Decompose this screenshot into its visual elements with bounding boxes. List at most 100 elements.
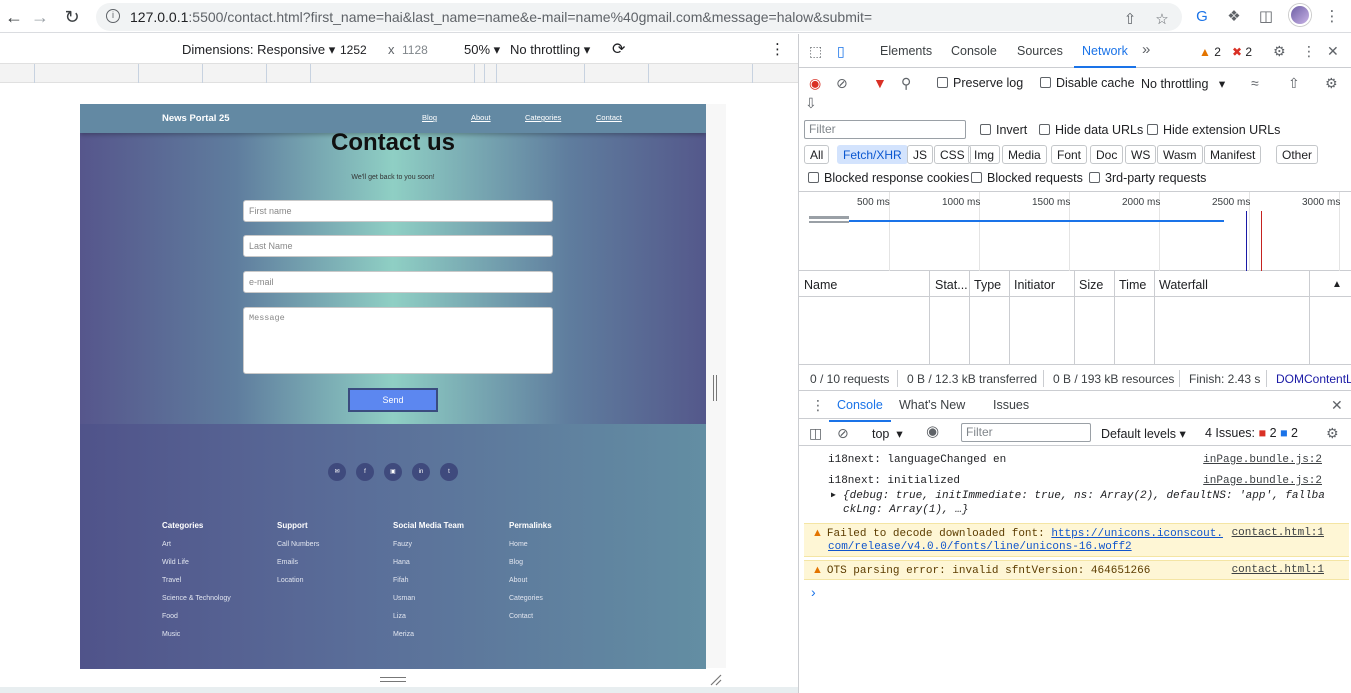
console-message-source-link[interactable]: contact.html:1 [1232,527,1324,539]
footer-link[interactable]: Categories [509,595,552,613]
footer-link[interactable]: Usman [393,595,464,613]
chip-manifest[interactable]: Manifest [1204,145,1262,164]
address-bar[interactable]: i 127.0.0.1:5500/contact.html?first_name… [96,3,1182,31]
console-filter-input[interactable]: Filter [961,423,1091,442]
footer-link[interactable]: Hana [393,559,464,577]
linkedin-icon[interactable]: in [412,463,430,481]
media-query-ruler[interactable] [0,64,798,83]
expand-triangle-icon[interactable]: ▶ [831,490,836,500]
footer-link[interactable]: About [509,577,552,595]
column-size[interactable]: Size [1079,278,1103,292]
site-brand[interactable]: News Portal 25 [162,113,230,124]
footer-link[interactable]: Food [162,613,231,631]
nav-blog[interactable]: Blog [422,113,437,122]
export-har-icon[interactable]: ⇩ [805,96,817,110]
hide-extension-urls-checkbox[interactable]: Hide extension URLs [1147,123,1280,137]
facebook-icon[interactable]: f [356,463,374,481]
chip-js[interactable]: JS [907,145,934,164]
chip-ws[interactable]: WS [1125,145,1157,164]
footer-link[interactable]: Blog [509,559,552,577]
console-message-source-link[interactable]: inPage.bundle.js:2 [1203,454,1322,466]
device-toggle-icon[interactable]: ▯ [837,44,845,58]
clear-console-icon[interactable]: ⊘ [837,426,849,440]
context-select[interactable]: top ▾ [872,426,903,441]
nav-about[interactable]: About [471,113,491,122]
email-field[interactable]: e-mail [243,271,553,293]
footer-link[interactable]: Fauzy [393,541,464,559]
issues-counter[interactable]: 4 Issues: ■ 2 ■ 2 [1205,426,1298,440]
width-input[interactable] [336,41,382,58]
error-count-badge[interactable]: ✖ 2 [1232,45,1252,59]
network-overview-timeline[interactable]: 500 ms 1000 ms 1500 ms 2000 ms 2500 ms 3… [799,191,1351,272]
profile-avatar[interactable] [1289,4,1311,26]
filter-funnel-icon[interactable]: ▼ [873,76,887,90]
footer-link[interactable]: Emails [277,559,319,577]
bookmark-star-icon[interactable]: ☆ [1152,9,1172,29]
column-initiator[interactable]: Initiator [1014,278,1055,292]
settings-gear-icon[interactable]: ⚙ [1273,44,1286,58]
translate-icon[interactable]: G [1192,6,1212,26]
chip-fetch-xhr[interactable]: Fetch/XHR [837,145,908,164]
inspect-element-icon[interactable]: ⬚ [809,44,822,58]
console-prompt-icon[interactable]: › [811,584,816,600]
log-levels-select[interactable]: Default levels ▾ [1101,426,1186,441]
console-object-preview[interactable]: {debug: true, initImmediate: true, ns: A… [843,490,1325,502]
footer-link[interactable]: Wild Life [162,559,231,577]
footer-link[interactable]: Fifah [393,577,464,595]
blocked-requests-checkbox[interactable]: Blocked requests [971,171,1083,185]
network-filter-input[interactable]: Filter [804,120,966,139]
search-icon[interactable]: ⚲ [901,76,911,90]
drawer-tab-issues[interactable]: Issues [993,398,1029,412]
tab-elements[interactable]: Elements [880,44,932,58]
footer-link[interactable]: Meriza [393,631,464,649]
hide-data-urls-checkbox[interactable]: Hide data URLs [1039,123,1143,137]
column-type[interactable]: Type [974,278,1001,292]
footer-link[interactable]: Travel [162,577,231,595]
console-object-preview-cont[interactable]: ckLng: Array(1), …} [843,504,968,516]
footer-link[interactable]: Music [162,631,231,649]
instagram-icon[interactable]: ▣ [384,463,402,481]
close-drawer-icon[interactable]: ✕ [1331,398,1343,412]
chip-img[interactable]: Img [968,145,1001,164]
first-name-field[interactable]: First name [243,200,553,222]
network-conditions-icon[interactable]: ≈ [1251,76,1259,90]
site-info-icon[interactable]: i [106,9,120,23]
column-waterfall[interactable]: Waterfall [1159,278,1208,292]
warning-count-badge[interactable]: ▲ 2 [1199,45,1221,59]
tab-console[interactable]: Console [951,44,997,58]
share-icon[interactable]: ⇧ [1120,9,1140,29]
record-stop-icon[interactable]: ◉ [809,76,821,90]
menu-icon[interactable]: ⋮ [1322,6,1342,26]
rotate-icon[interactable]: ⟳ [612,39,625,59]
live-expression-eye-icon[interactable]: ◉ [926,424,939,439]
third-party-requests-checkbox[interactable]: 3rd-party requests [1089,171,1206,185]
clear-icon[interactable]: ⊘ [836,76,848,90]
throttling-select[interactable]: No throttling ▾ [510,42,590,58]
chip-css[interactable]: CSS [934,145,971,164]
chip-wasm[interactable]: Wasm [1157,145,1203,164]
more-tabs-icon[interactable]: » [1142,42,1150,57]
twitter-icon[interactable]: t [440,463,458,481]
send-button[interactable]: Send [348,388,438,412]
height-input[interactable] [398,41,444,58]
viewport-resize-corner-icon[interactable] [709,673,722,686]
devtools-menu-icon[interactable]: ⋮ [1302,44,1316,58]
footer-link[interactable]: Contact [509,613,552,631]
column-name[interactable]: Name [804,278,837,292]
console-message-source-link[interactable]: inPage.bundle.js:2 [1203,475,1322,487]
sort-up-icon[interactable]: ▲ [1332,279,1342,290]
footer-link[interactable]: Call Numbers [277,541,319,559]
chip-doc[interactable]: Doc [1090,145,1124,164]
footer-link[interactable]: Science & Technology [162,595,231,613]
forward-icon[interactable]: → [28,5,52,29]
viewport-resize-handle-right[interactable] [713,375,717,401]
chip-other[interactable]: Other [1276,145,1319,164]
console-message-source-link[interactable]: contact.html:1 [1232,564,1324,576]
side-panel-icon[interactable]: ◫ [1256,6,1276,26]
last-name-field[interactable]: Last Name [243,235,553,257]
footer-link[interactable]: Liza [393,613,464,631]
font-url-link-cont[interactable]: com/release/v4.0.0/fonts/line/unicons-16… [828,541,1132,553]
invert-checkbox[interactable]: Invert [980,123,1027,137]
drawer-menu-icon[interactable]: ⋮ [811,398,825,412]
close-devtools-icon[interactable]: ✕ [1327,44,1339,58]
